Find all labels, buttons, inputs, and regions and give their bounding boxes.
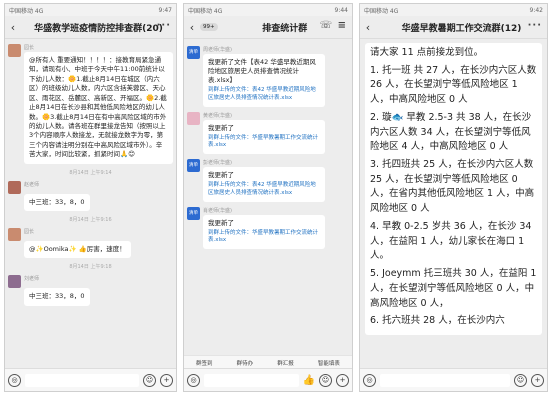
message-line: 4. 早教 0-2.5 岁共 36 人，在长沙 34 人，在益阳 1 人，幼儿家… — [370, 220, 532, 262]
message-line: 6. 托六班共 28 人，在长沙内六 — [370, 315, 505, 327]
plus-icon[interactable]: + — [531, 373, 544, 387]
input-bar: ◎ ☺ + — [5, 368, 176, 391]
back-arrow-icon[interactable]: ‹ — [5, 21, 21, 34]
chat-header: ‹ 华盛教学班疫情防控排查群(20) ··· — [5, 16, 176, 39]
message-bubble[interactable]: 中三班：33，8，0 — [24, 193, 90, 212]
back-arrow-icon[interactable]: ‹ — [184, 21, 200, 34]
sender-name: 园长 — [24, 45, 35, 51]
avatar[interactable] — [8, 180, 21, 194]
carrier-text: 中国移动 4G — [9, 7, 44, 15]
more-icon[interactable]: ··· — [528, 20, 542, 31]
status-bar: 中国移动 4G 9:44 — [184, 4, 352, 16]
toolbar-report[interactable]: 群汇报 — [277, 359, 294, 367]
message: 黄老师(华盛) 我更新了 到群上传的文件：华盛早教暑期工作交流统计表.xlsx — [187, 111, 349, 155]
sender-name: 刘老师 — [24, 276, 40, 283]
message-line: 3. 托四班共 25 人，在长沙内六区人数 25 人，在长望浏宁等低风险地区 0… — [370, 159, 535, 215]
message-bubble[interactable]: 中三班：33，8，0 — [24, 288, 90, 306]
message-input[interactable] — [25, 373, 139, 387]
message: 刘老师 中三班：33，8，0 — [8, 275, 173, 306]
file-link[interactable]: 到群上传的文件：华盛早教暑期工作交流统计表.xlsx — [208, 135, 320, 150]
file-link[interactable]: 到群上传的文件：表42 华盛早教近期风险地区旅居史人员排查情况统计表.xlsx — [208, 87, 320, 102]
chat-title: 华盛早教暑期工作交流群(12) — [401, 23, 522, 34]
toolbar-checkin[interactable]: 群签到 — [196, 359, 213, 367]
input-bar: ◎ 👍 ☺ + — [184, 368, 352, 391]
message-line: 请大家 11 点前接龙到位。 — [370, 47, 484, 58]
message: 清单 周老师(华盛) 我更新了文件【表42 华盛早教近期风险地区旅居史人员排查情… — [187, 46, 349, 107]
file-card-title: 我更新了 — [208, 171, 234, 180]
voice-icon[interactable]: ◎ — [8, 373, 21, 387]
message: 园长 @所有人 重要通知！！！！：接教育局紧急通知，请现有小、中班于今天中午11… — [8, 44, 173, 164]
message: 清单 肖老师(华盛) 我更新了 到群上传的文件：华盛早教暑期工作交流统计表.xl… — [187, 206, 349, 250]
plus-icon[interactable]: + — [336, 373, 349, 387]
file-card-title: 我更新了 — [208, 218, 234, 227]
avatar[interactable] — [187, 111, 200, 125]
carrier-text: 中国移动 4G — [188, 7, 223, 15]
message-bubble[interactable]: 请大家 11 点前接龙到位。 1. 托一班 共 27 人，在长沙内六区人数 26… — [365, 43, 542, 335]
avatar[interactable] — [8, 228, 21, 242]
chat-header: ‹ 99+ 排查统计群 ☏ ≡ — [184, 16, 352, 39]
file-card-title: 我更新了文件【表42 华盛早教近期风险地区旅居史人员排查情况统计表.xlsx】 — [208, 58, 316, 85]
clock-text: 9:47 — [158, 6, 172, 14]
avatar[interactable] — [8, 44, 21, 57]
app-avatar[interactable]: 清单 — [187, 206, 200, 220]
message-input[interactable] — [380, 373, 510, 387]
chat-screenshot-1: 中国移动 4G 9:47 ‹ 华盛教学班疫情防控排查群(20) ··· 园长 @… — [4, 3, 177, 392]
file-link[interactable]: 到群上传的文件：华盛早教暑期工作交流统计表.xlsx — [208, 230, 320, 245]
file-card[interactable]: 我更新了 到群上传的文件：华盛早教暑期工作交流统计表.xlsx — [203, 214, 325, 250]
timestamp: 8月14日 上午9:18 — [69, 264, 112, 271]
sender-name: 彭老师(华盛) — [203, 160, 232, 167]
chat-header: ‹ 华盛早教暑期工作交流群(12) ··· — [360, 16, 547, 39]
message: 园长 @✨Oomika✨ 👍厉害，速度！ — [8, 228, 173, 259]
message: 清单 彭老师(华盛) 我更新了 到群上传的文件：表42 华盛早教近期风险地区旅居… — [187, 159, 349, 202]
message-line: 2. 璇🐟 早教 2.5-3 共 38 人，在长沙内六区人数 34 人，在长望浏… — [370, 111, 532, 153]
status-bar: 中国移动 4G 9:47 — [5, 4, 176, 16]
more-icon[interactable]: ··· — [157, 20, 171, 31]
file-card[interactable]: 我更新了文件【表42 华盛早教近期风险地区旅居史人员排查情况统计表.xlsx】 … — [203, 54, 325, 107]
clock-text: 9:44 — [334, 6, 348, 14]
sender-name: 周老师(华盛) — [203, 47, 232, 53]
input-bar: ◎ ☺ + — [360, 368, 547, 391]
timestamp: 8月14日 上午9:16 — [69, 217, 112, 224]
avatar[interactable] — [8, 275, 21, 289]
message-line: 5. Joeymm 托三班共 30 人，在益阳 1 人，在长望浏宁等低风险地区 … — [370, 268, 537, 309]
file-card[interactable]: 我更新了 到群上传的文件：华盛早教暑期工作交流统计表.xlsx — [203, 119, 325, 155]
toolbar-smart-form[interactable]: 智能填表 — [318, 359, 340, 367]
emoji-icon[interactable]: ☺ — [143, 373, 156, 387]
sender-name: 赵老师 — [24, 181, 40, 188]
message-line: 1. 托一班 共 27 人，在长沙内六区人数 26 人，在长望浏宁等低风险地区 … — [370, 64, 537, 106]
app-avatar[interactable]: 清单 — [187, 46, 200, 59]
emoji-icon[interactable]: ☺ — [514, 373, 527, 387]
chat-screenshot-3: 中国移动 4G 9:42 ‹ 华盛早教暑期工作交流群(12) ··· 请大家 1… — [359, 3, 548, 392]
sender-name: 园长 — [24, 229, 35, 236]
emoji-icon[interactable]: ☺ — [319, 373, 332, 387]
message: 赵老师 中三班：33，8，0 — [8, 180, 173, 212]
chat-title: 华盛教学班疫情防控排查群(20) — [34, 23, 163, 34]
sender-name: 肖老师(华盛) — [203, 207, 232, 214]
back-arrow-icon[interactable]: ‹ — [360, 21, 376, 34]
more-icon[interactable]: ☏ ≡ — [320, 20, 347, 31]
group-toolbar: 群签到 群待办 群汇报 智能填表 — [184, 355, 352, 369]
file-card[interactable]: 我更新了 到群上传的文件：表42 华盛早教近期风险地区旅居史人员排查情况统计表.… — [203, 167, 325, 202]
message-bubble[interactable]: @✨Oomika✨ 👍厉害，速度！ — [24, 241, 131, 259]
file-link[interactable]: 到群上传的文件：表42 华盛早教近期风险地区旅居史人员排查情况统计表.xlsx — [208, 182, 320, 197]
file-card-title: 我更新了 — [208, 123, 234, 132]
sender-name: 黄老师(华盛) — [203, 112, 232, 119]
timestamp: 8月14日 上午9:14 — [69, 169, 112, 176]
message-input[interactable] — [204, 373, 299, 387]
toolbar-todo[interactable]: 群待办 — [237, 359, 254, 367]
unread-badge[interactable]: 99+ — [200, 23, 218, 31]
carrier-text: 中国移动 4G — [364, 7, 399, 15]
clock-text: 9:42 — [529, 6, 543, 14]
thumbs-up-icon[interactable]: 👍 — [303, 375, 315, 386]
chat-screenshot-2: 中国移动 4G 9:44 ‹ 99+ 排查统计群 ☏ ≡ 清单 周老师(华盛) … — [183, 3, 353, 392]
voice-icon[interactable]: ◎ — [187, 373, 200, 387]
plus-icon[interactable]: + — [160, 373, 173, 387]
voice-icon[interactable]: ◎ — [363, 373, 376, 387]
app-avatar[interactable]: 清单 — [187, 159, 200, 173]
message-bubble[interactable]: @所有人 重要通知！！！！：接教育局紧急通知，请现有小、中班于今天中午11:00… — [24, 52, 173, 164]
status-bar: 中国移动 4G 9:42 — [360, 4, 547, 16]
